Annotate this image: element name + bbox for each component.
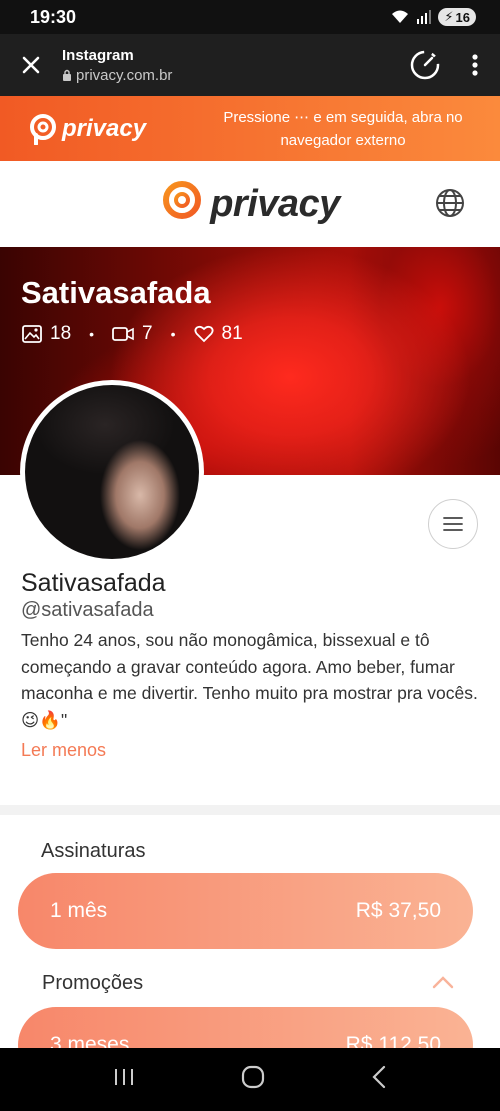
browser-bar: Instagram privacy.com.br (0, 34, 500, 96)
open-external-banner: privacy Pressione ⋯ e em seguida, abra n… (0, 96, 500, 161)
home-icon (241, 1065, 265, 1089)
system-nav-bar (0, 1048, 500, 1111)
close-icon (22, 56, 40, 74)
privacy-logo-icon (163, 181, 202, 228)
recent-apps-icon (115, 1069, 133, 1085)
browser-title: Instagram (62, 46, 134, 64)
cover-title: Sativasafada (21, 275, 211, 310)
lock-icon (63, 69, 71, 81)
url-text: privacy.com.br (76, 66, 173, 84)
chevron-up-icon (432, 976, 454, 989)
banner-message: Pressione ⋯ e em seguida, abra no navega… (223, 108, 463, 149)
separator-dot: • (89, 326, 95, 342)
browser-title-area: Instagram privacy.com.br (62, 47, 400, 84)
avatar-image (25, 385, 199, 559)
profile-name: Sativasafada (21, 569, 166, 597)
globe-icon (436, 189, 464, 217)
status-bar: 19:30 ⚡ 16 (0, 0, 500, 34)
close-button[interactable] (0, 34, 62, 96)
status-time: 19:30 (30, 6, 77, 27)
profile-section: Sativasafada @sativasafada Tenho 24 anos… (0, 380, 500, 805)
separator-dot: • (170, 326, 176, 342)
cover-stats: 18 • 7 • 81 (22, 323, 243, 345)
profile-handle: @sativasafada (21, 599, 154, 621)
site-logo[interactable]: privacy (160, 180, 340, 228)
language-button[interactable] (434, 187, 466, 224)
promotions-toggle[interactable] (432, 975, 454, 994)
profile-bio: Tenho 24 anos, sou não monogâmica, bisse… (21, 630, 478, 730)
wifi-icon (392, 10, 409, 23)
profile-menu-button[interactable] (428, 499, 478, 549)
kebab-menu-icon (472, 54, 478, 76)
data-saver-button[interactable] (400, 34, 450, 96)
recent-apps-button[interactable] (113, 1067, 135, 1092)
video-icon (112, 327, 134, 341)
subscriptions-title: Assinaturas (41, 840, 146, 862)
battery-indicator: ⚡ 16 (438, 8, 476, 26)
privacy-logo-icon (30, 113, 56, 145)
back-button[interactable] (371, 1065, 387, 1094)
status-icons: ⚡ 16 (390, 8, 476, 26)
site-header: privacy (0, 161, 500, 247)
read-less-link[interactable]: Ler menos (21, 740, 106, 761)
battery-level: 16 (455, 9, 470, 25)
plan-button-3-months[interactable]: 3 meses R$ 112,50 (18, 1007, 473, 1048)
promotions-title: Promoções (42, 972, 144, 994)
subscriptions-section: Assinaturas 1 mês R$ 37,50 Promoções 3 m… (0, 815, 500, 1048)
back-icon (372, 1065, 386, 1089)
plan-label: 1 mês (50, 899, 108, 922)
signal-icon (417, 10, 432, 24)
browser-url: privacy.com.br (62, 67, 400, 84)
banner-logo: privacy (0, 113, 200, 145)
speedometer-icon (410, 50, 440, 80)
bolt-icon: ⚡ (444, 9, 454, 24)
banner-logo-text: privacy (62, 114, 147, 142)
plan-price: R$ 37,50 (355, 899, 441, 922)
photos-count: 18 (50, 323, 72, 344)
section-divider (0, 805, 500, 815)
likes-count: 81 (221, 323, 243, 344)
image-icon (22, 325, 42, 343)
more-options-button[interactable] (450, 34, 500, 96)
site-logo-text: privacy (210, 182, 340, 225)
hamburger-icon (443, 517, 463, 531)
plan-label: 3 meses (50, 1033, 130, 1048)
avatar[interactable] (20, 380, 204, 564)
plan-price: R$ 112,50 (345, 1033, 441, 1048)
heart-icon (194, 325, 214, 343)
home-button[interactable] (241, 1065, 265, 1094)
videos-count: 7 (142, 323, 153, 344)
plan-button-1-month[interactable]: 1 mês R$ 37,50 (18, 873, 473, 949)
